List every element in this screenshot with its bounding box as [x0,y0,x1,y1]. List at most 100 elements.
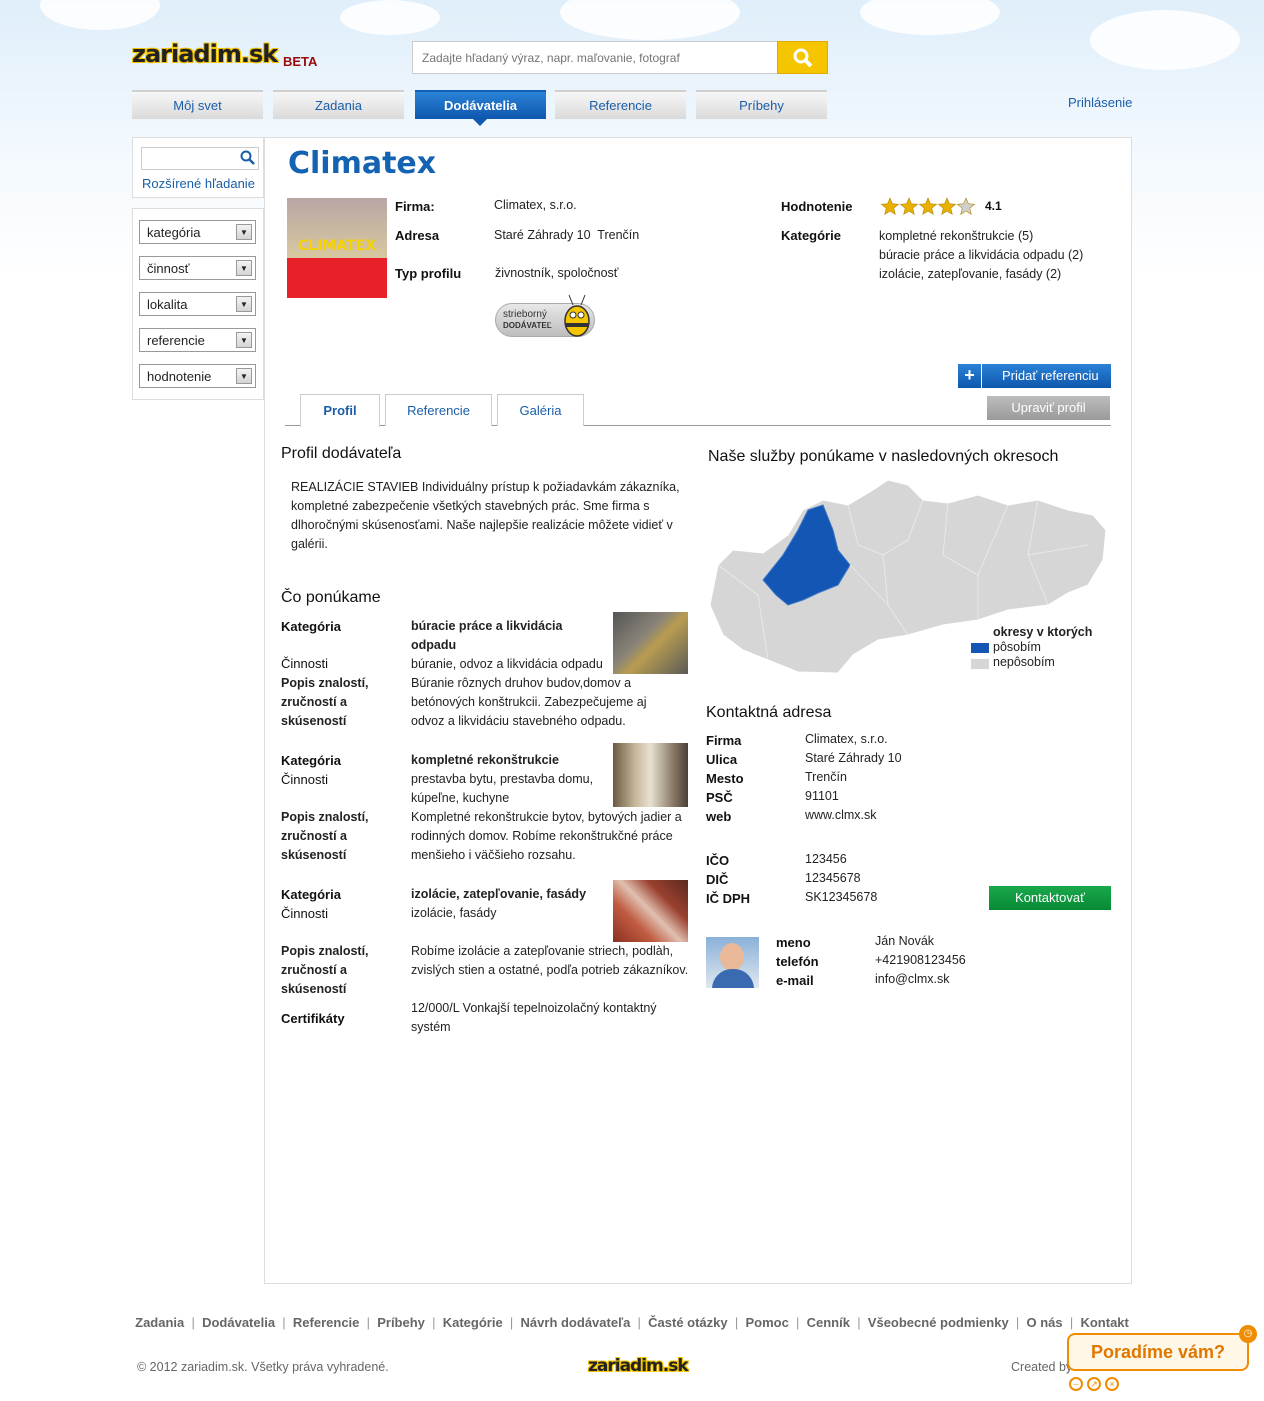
filter-label: činnosť [147,261,190,276]
offer-popis-label: Popis znalostí, zručností a skúseností [281,676,369,728]
chevron-down-icon: ▼ [236,332,252,348]
tab-pribehy[interactable]: Príbehy [696,90,827,119]
star-icon [937,197,957,215]
footer-separator: | [359,1315,378,1330]
offer-cert-label: Certifikáty [281,1011,345,1026]
firma-label: Firma: [395,199,435,214]
footer-link[interactable]: Všeobecné podmienky [868,1315,1009,1330]
footer-link[interactable]: Časté otázky [648,1315,727,1330]
offer-cinnosti: prestavba bytu, prestavba domu, kúpeľne,… [411,772,594,805]
tab-referencie-profile[interactable]: Referencie [385,394,492,426]
login-link[interactable]: Prihlásenie [1068,95,1132,110]
filter-lokalita[interactable]: lokalita ▼ [139,292,256,316]
offer-photo-demolition[interactable] [613,612,688,674]
close-icon[interactable]: × [1105,1377,1119,1391]
plus-icon: + [958,364,982,388]
contact-value: Climatex, s.r.o. [805,732,888,746]
footer-link[interactable]: Cenník [807,1315,850,1330]
tab-moj-svet[interactable]: Môj svet [132,90,263,119]
contact-value: +421908123456 [875,953,966,967]
tab-profil[interactable]: Profil [300,394,380,427]
legend-inactive: nepôsobím [993,655,1055,669]
company-logo: CLIMATEX [287,198,387,298]
offer-cinnosti: búranie, odvoz a likvidácia odpadu [411,657,603,671]
search-button[interactable] [777,41,828,74]
contact-label: meno [776,935,811,950]
offer-kategoria-label: Kategória [281,753,341,768]
filter-label: hodnotenie [147,369,212,384]
kategoria-item[interactable]: búracie práce a likvidácia odpadu (2) [879,246,1083,265]
star-icon [956,197,976,215]
bee-icon [564,294,590,337]
offer-cinnosti-label: Činnosti [281,772,328,787]
avatar [706,937,759,988]
footer-link[interactable]: O nás [1027,1315,1063,1330]
offers-heading: Čo ponúkame [281,589,381,606]
offer-photo-bathroom[interactable] [613,743,688,807]
filter-kategoria[interactable]: kategória ▼ [139,220,256,244]
edit-profile-button[interactable]: Upraviť profil [987,396,1110,420]
footer-link[interactable]: Referencie [293,1315,359,1330]
map-heading: Naše služby ponúkame v nasledovných okre… [708,448,1059,465]
contact-label: e-mail [776,973,814,988]
clock-icon: ◷ [1239,1325,1257,1343]
footer-separator: | [849,1315,868,1330]
filter-referencie[interactable]: referencie ▼ [139,328,256,352]
about-heading: Profil dodávateľa [281,445,402,462]
typ-value: živnostník, spoločnosť [495,266,619,280]
kategorie-list: kompletné rekonštrukcie (5) búracie prác… [879,227,1083,284]
minimize-icon[interactable]: – [1069,1377,1083,1391]
offer-popis: Kompletné rekonštrukcie bytov, bytových … [411,810,682,862]
search-input[interactable] [412,41,778,74]
footer-separator: | [424,1315,443,1330]
kategorie-label: Kategórie [781,228,841,243]
offer-photo-insulation[interactable] [613,880,688,942]
contact-value: 123456 [805,852,847,866]
popout-icon[interactable]: ↗ [1087,1377,1101,1391]
footer-link[interactable]: Dodávatelia [202,1315,275,1330]
footer-logo[interactable]: zariadim.sk [588,1356,689,1376]
tab-referencie[interactable]: Referencie [555,90,686,119]
footer-link[interactable]: Pomoc [745,1315,788,1330]
filter-label: referencie [147,333,205,348]
contact-value: 12345678 [805,871,861,885]
tab-dodavatelia[interactable]: Dodávatelia [415,90,546,126]
contact-button[interactable]: Kontaktovať [989,886,1111,910]
footer-link[interactable]: Návrh dodávateľa [521,1315,631,1330]
offer-popis: Búranie rôznych druhov budov,domov a bet… [411,676,647,728]
footer-separator: | [727,1315,746,1330]
advanced-search-link[interactable]: Rozšírené hľadanie [142,176,255,191]
contact-value: Ján Novák [875,934,935,948]
site-logo[interactable]: zariadim.sk [132,40,278,68]
tab-galeria[interactable]: Galéria [497,394,584,426]
kategoria-item[interactable]: kompletné rekonštrukcie (5) [879,227,1083,246]
rating-label: Hodnotenie [781,199,853,214]
add-reference-button[interactable]: + Pridať referenciu [958,364,1111,388]
footer-link[interactable]: Kategórie [443,1315,503,1330]
contact-value[interactable]: info@clmx.sk [875,972,950,986]
help-widget[interactable]: Poradíme vám? [1067,1333,1249,1371]
help-widget-controls: – ↗ × [1069,1377,1119,1391]
map-legend: okresy v ktorých pôsobím nepôsobím [993,625,1092,670]
star-icon [899,197,919,215]
search-icon[interactable] [240,150,256,166]
footer-link[interactable]: Príbehy [377,1315,425,1330]
footer-link[interactable]: Kontakt [1080,1315,1128,1330]
footer-separator: | [502,1315,521,1330]
typ-label: Typ profilu [395,266,462,281]
badge-line-2: DODÁVATEĽ [503,321,552,330]
contact-label: Mesto [706,771,744,786]
contact-value[interactable]: www.clmx.sk [805,808,877,822]
chevron-down-icon: ▼ [236,224,252,240]
filter-hodnotenie[interactable]: hodnotenie ▼ [139,364,256,388]
adresa-label: Adresa [395,228,440,243]
main-panel [264,137,1132,1284]
kategoria-item[interactable]: izolácie, zatepľovanie, fasády (2) [879,265,1083,284]
tab-zadania[interactable]: Zadania [273,90,404,119]
company-logo-text: CLIMATEX [298,238,376,254]
filter-cinnost[interactable]: činnosť ▼ [139,256,256,280]
silver-supplier-badge: strieborný DODÁVATEĽ [495,293,599,343]
footer-link[interactable]: Zadania [135,1315,184,1330]
contact-heading: Kontaktná adresa [706,704,832,721]
contact-label: telefón [776,954,819,969]
